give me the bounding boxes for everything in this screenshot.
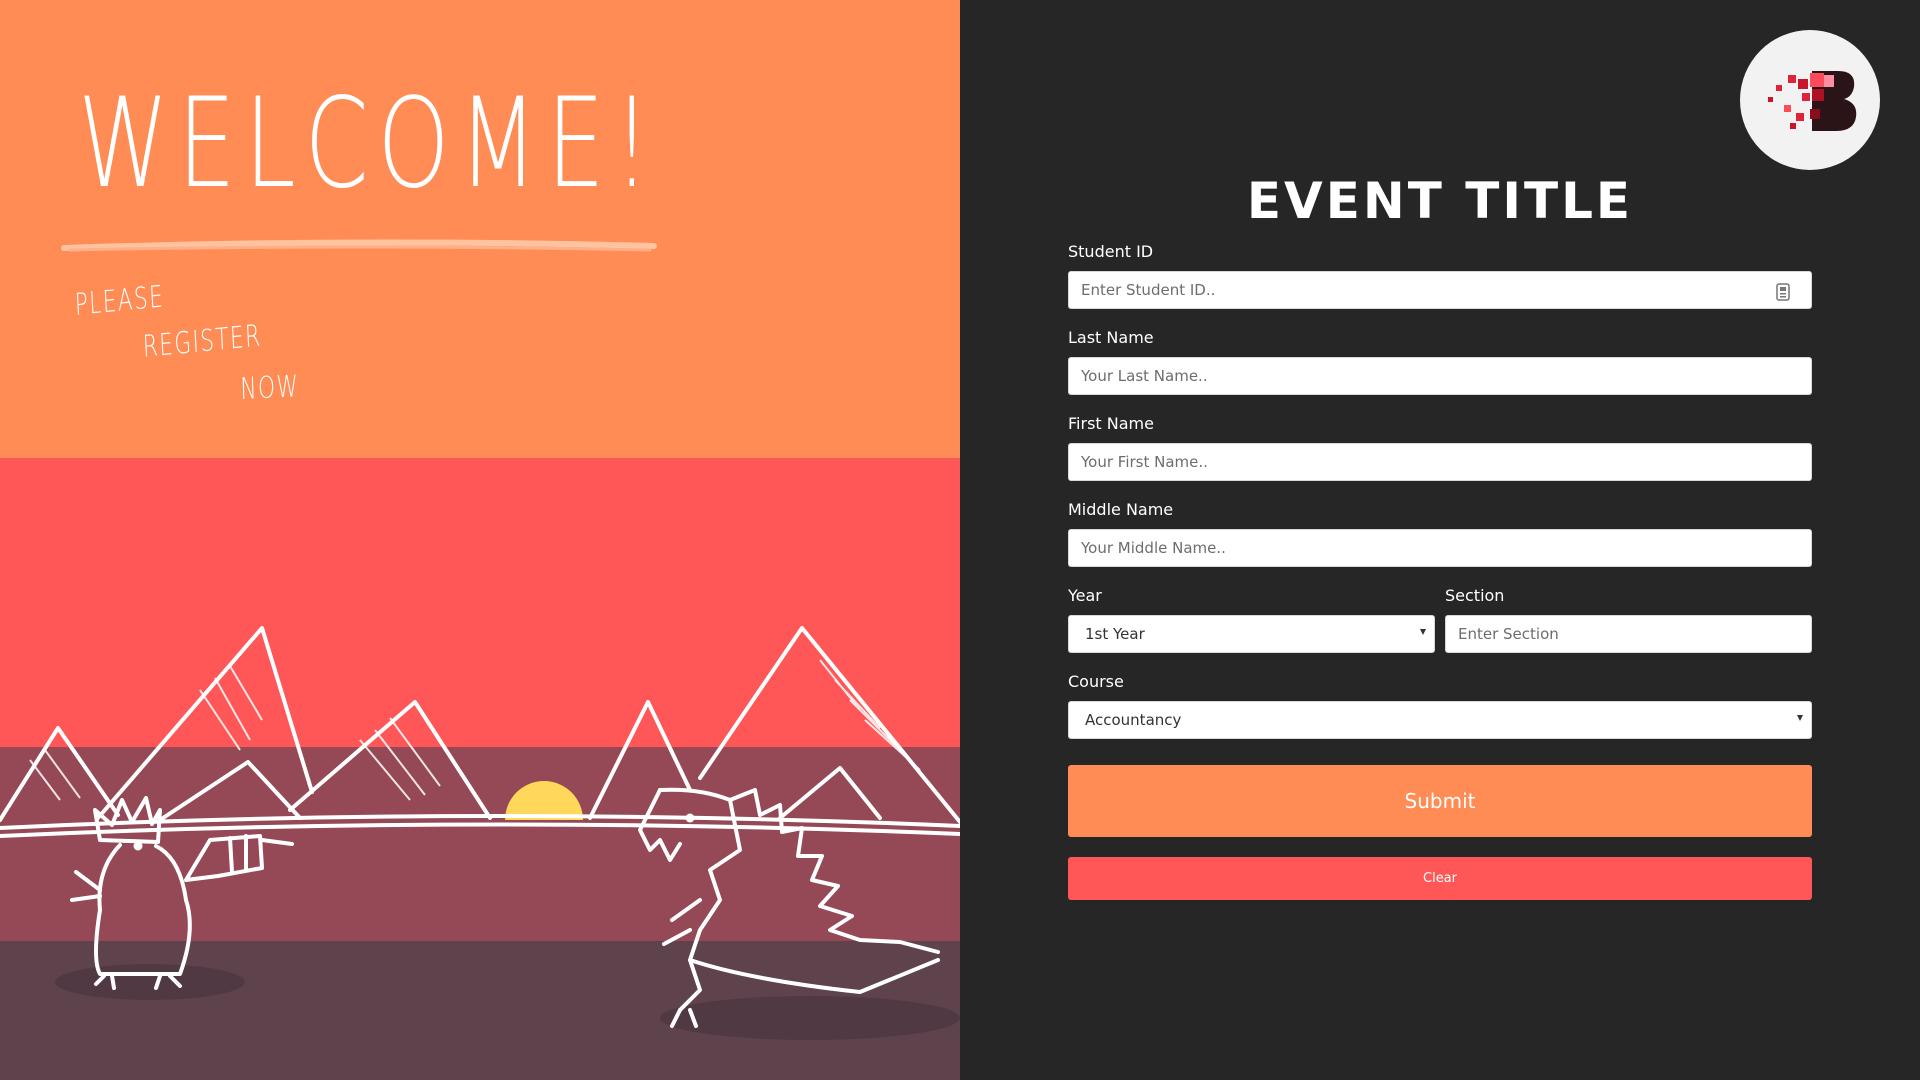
logo	[1740, 30, 1880, 170]
course-label: Course	[1068, 672, 1124, 691]
doodle-scene	[0, 626, 960, 1040]
shadow-right	[660, 996, 960, 1040]
welcome-heading: WELCOME!	[78, 72, 660, 216]
student-id-label: Student ID	[1068, 242, 1154, 261]
mountain-hatching	[29, 659, 921, 801]
last-name-input[interactable]	[1068, 357, 1812, 395]
last-name-label: Last Name	[1068, 328, 1154, 347]
submit-button[interactable]: Submit	[1068, 765, 1812, 837]
first-name-label: First Name	[1068, 414, 1154, 433]
caret-down-icon	[1420, 629, 1426, 635]
middle-name-input[interactable]	[1068, 529, 1812, 567]
year-select[interactable]: 1st Year	[1068, 615, 1435, 653]
course-select[interactable]: Accountancy	[1068, 701, 1812, 739]
id-card-icon	[1776, 283, 1790, 301]
middle-name-label: Middle Name	[1068, 500, 1174, 519]
section-label: Section	[1445, 586, 1505, 605]
welcome-underline	[61, 239, 657, 252]
sky-band	[0, 0, 960, 458]
student-id-input[interactable]	[1068, 271, 1812, 309]
registration-panel: EVENT TITLE Student ID Last Name First N…	[960, 0, 1920, 1080]
section-input[interactable]	[1445, 615, 1812, 653]
illustration-panel: WELCOME! PLEASE REGISTER NOW	[0, 0, 960, 1080]
clear-button[interactable]: Clear	[1068, 857, 1812, 900]
year-selected-value: 1st Year	[1085, 625, 1145, 643]
caret-down-icon	[1797, 715, 1803, 721]
year-label: Year	[1068, 586, 1102, 605]
event-title: EVENT TITLE	[1246, 172, 1634, 230]
first-name-input[interactable]	[1068, 443, 1812, 481]
course-selected-value: Accountancy	[1085, 711, 1182, 729]
tagline-now: NOW	[240, 369, 300, 407]
shadow-left	[55, 964, 245, 1000]
pixel-b-logo-icon	[1768, 71, 1857, 131]
